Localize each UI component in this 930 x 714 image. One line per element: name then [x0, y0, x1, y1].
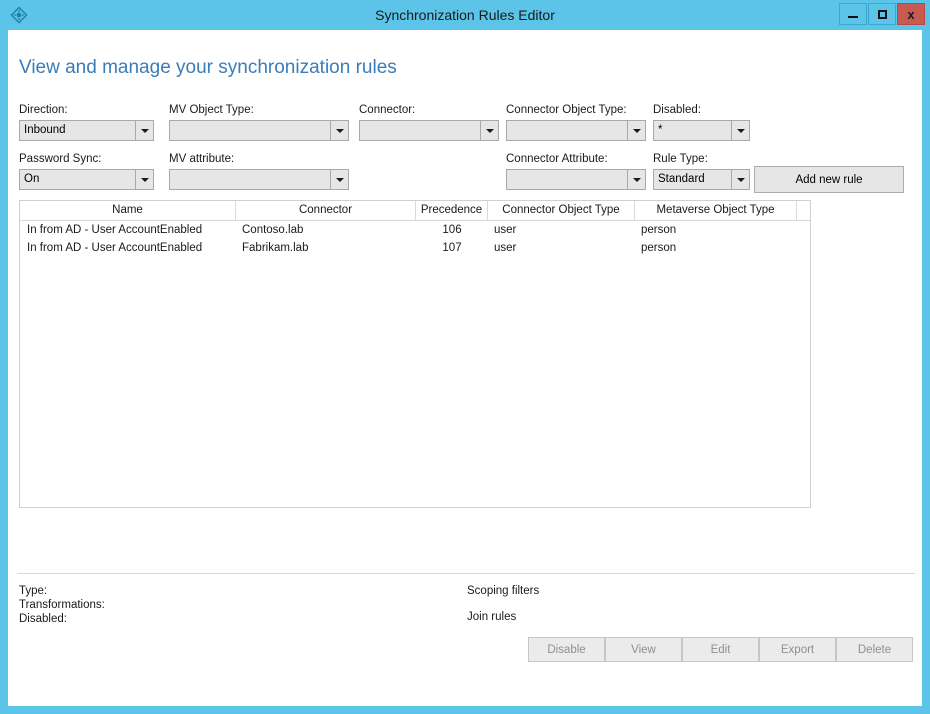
- detail-summary-right: Scoping filters Join rules: [467, 584, 767, 624]
- column-header-connector[interactable]: Connector: [236, 201, 416, 220]
- minimize-button[interactable]: [839, 3, 867, 25]
- chevron-down-icon: [627, 170, 645, 189]
- password-sync-label: Password Sync:: [19, 153, 102, 165]
- connector-attribute-label: Connector Attribute:: [506, 153, 608, 165]
- detail-summary-left: Type: Transformations: Disabled:: [19, 584, 439, 626]
- connector-dropdown[interactable]: [359, 120, 499, 141]
- chevron-down-icon: [731, 170, 749, 189]
- chevron-down-icon: [330, 170, 348, 189]
- cell-metaverse-object-type: person: [641, 224, 677, 236]
- disabled-value: *: [658, 124, 663, 136]
- chevron-down-icon: [330, 121, 348, 140]
- title-bar: Synchronization Rules Editor x: [0, 0, 930, 30]
- window-title: Synchronization Rules Editor: [375, 7, 555, 23]
- filter-mv-attribute: MV attribute:: [169, 153, 349, 190]
- password-sync-dropdown[interactable]: On: [19, 169, 154, 190]
- mv-attribute-label: MV attribute:: [169, 153, 235, 165]
- rule-type-dropdown[interactable]: Standard: [653, 169, 750, 190]
- minimize-icon: [848, 15, 858, 18]
- rule-type-value: Standard: [658, 173, 705, 185]
- column-header-precedence[interactable]: Precedence: [416, 201, 488, 220]
- filter-direction: Direction: Inbound: [19, 104, 154, 141]
- direction-dropdown[interactable]: Inbound: [19, 120, 154, 141]
- edit-button[interactable]: Edit: [682, 637, 759, 662]
- client-area: View and manage your synchronization rul…: [8, 30, 922, 706]
- column-header-metaverse-object-type[interactable]: Metaverse Object Type: [635, 201, 797, 220]
- application-window: Synchronization Rules Editor x View and …: [0, 0, 930, 714]
- chevron-down-icon: [480, 121, 498, 140]
- page-title: View and manage your synchronization rul…: [19, 57, 397, 78]
- column-header-connector-object-type[interactable]: Connector Object Type: [488, 201, 635, 220]
- connector-object-type-dropdown[interactable]: [506, 120, 646, 141]
- chevron-down-icon: [731, 121, 749, 140]
- filter-connector-object-type: Connector Object Type:: [506, 104, 646, 141]
- chevron-down-icon: [135, 121, 153, 140]
- window-controls: x: [839, 3, 925, 25]
- rule-type-label: Rule Type:: [653, 153, 708, 165]
- direction-label: Direction:: [19, 104, 68, 116]
- cell-name: In from AD - User AccountEnabled: [27, 224, 203, 236]
- filter-connector: Connector:: [359, 104, 499, 141]
- disabled-label: Disabled:: [653, 104, 701, 116]
- filter-disabled: Disabled: *: [653, 104, 750, 141]
- column-header-name[interactable]: Name: [20, 201, 236, 220]
- maximize-icon: [877, 9, 887, 19]
- disabled-dropdown[interactable]: *: [653, 120, 750, 141]
- detail-scoping-filters-label: Scoping filters: [467, 585, 540, 597]
- view-button[interactable]: View: [605, 637, 682, 662]
- connector-label: Connector:: [359, 104, 416, 116]
- column-header-filler: [797, 201, 810, 220]
- action-button-bar: Disable View Edit Export Delete: [8, 637, 922, 667]
- cell-precedence: 106: [442, 224, 462, 236]
- detail-divider: [17, 573, 915, 574]
- detail-disabled-label: Disabled:: [19, 613, 67, 625]
- table-row[interactable]: In from AD - User AccountEnabled Fabrika…: [20, 239, 810, 257]
- cell-name: In from AD - User AccountEnabled: [27, 242, 203, 254]
- password-sync-value: On: [24, 173, 40, 185]
- cell-connector-object-type: user: [494, 242, 517, 254]
- cell-connector: Fabrikam.lab: [242, 242, 309, 254]
- disable-button[interactable]: Disable: [528, 637, 605, 662]
- detail-type-label: Type:: [19, 585, 48, 597]
- chevron-down-icon: [135, 170, 153, 189]
- detail-transformations-label: Transformations:: [19, 599, 105, 611]
- table-row[interactable]: In from AD - User AccountEnabled Contoso…: [20, 221, 810, 239]
- direction-value: Inbound: [24, 124, 66, 136]
- connector-attribute-dropdown[interactable]: [506, 169, 646, 190]
- close-button[interactable]: x: [897, 3, 925, 25]
- mv-attribute-dropdown[interactable]: [169, 169, 349, 190]
- delete-button[interactable]: Delete: [836, 637, 913, 662]
- mv-object-type-label: MV Object Type:: [169, 104, 254, 116]
- export-button[interactable]: Export: [759, 637, 836, 662]
- cell-metaverse-object-type: person: [641, 242, 677, 254]
- connector-object-type-label: Connector Object Type:: [506, 104, 627, 116]
- add-new-rule-button[interactable]: Add new rule: [754, 166, 904, 193]
- sync-diamond-icon: [10, 6, 28, 24]
- mv-object-type-dropdown[interactable]: [169, 120, 349, 141]
- cell-connector: Contoso.lab: [242, 224, 304, 236]
- maximize-button[interactable]: [868, 3, 896, 25]
- chevron-down-icon: [627, 121, 645, 140]
- filter-rule-type: Rule Type: Standard: [653, 153, 750, 190]
- filter-connector-attribute: Connector Attribute:: [506, 153, 646, 190]
- filter-password-sync: Password Sync: On: [19, 153, 154, 190]
- detail-join-rules-label: Join rules: [467, 611, 517, 623]
- cell-precedence: 107: [442, 242, 462, 254]
- cell-connector-object-type: user: [494, 224, 517, 236]
- rules-list-header: Name Connector Precedence Connector Obje…: [20, 201, 810, 221]
- rules-list[interactable]: Name Connector Precedence Connector Obje…: [19, 200, 811, 508]
- filter-mv-object-type: MV Object Type:: [169, 104, 349, 141]
